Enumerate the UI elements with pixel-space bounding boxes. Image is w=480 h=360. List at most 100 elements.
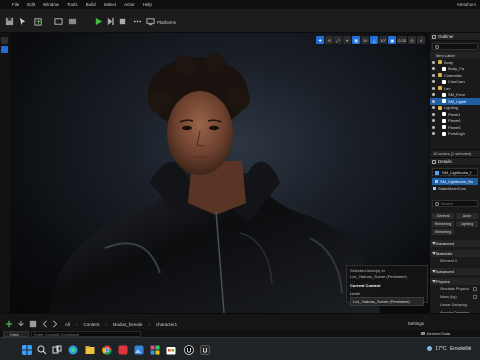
visibility-eye-icon[interactable] [432, 132, 435, 135]
outliner-tab[interactable]: Outliner [430, 33, 480, 41]
filter-streaming[interactable]: Streaming [432, 229, 454, 235]
main-toolbar: Platforms [0, 9, 480, 33]
forward-arrow-icon[interactable] [51, 320, 59, 328]
perspective-icon[interactable] [1, 46, 8, 53]
visibility-eye-icon[interactable] [432, 119, 435, 122]
visibility-eye-icon[interactable] [432, 106, 435, 109]
cinematics-icon[interactable] [68, 17, 77, 26]
level-label: Level [350, 291, 360, 296]
menu-tools[interactable]: Tools [67, 2, 78, 7]
simulate-physics-checkbox[interactable] [473, 287, 477, 291]
camera-speed-button[interactable]: ◎ [408, 36, 416, 44]
blueprint-icon[interactable] [54, 17, 63, 26]
breadcrumb-folder[interactable]: Modus_female [113, 322, 143, 327]
step-icon[interactable] [106, 17, 115, 26]
viewport-menu-icon[interactable] [1, 37, 8, 44]
visibility-eye-icon[interactable] [432, 99, 435, 103]
derived-data-status[interactable]: Derived Data [421, 331, 450, 336]
outliner-row[interactable]: PointLigh [430, 131, 480, 138]
filter-lighting[interactable]: Lighting [456, 221, 478, 227]
grid-size-value[interactable]: 10 [361, 36, 370, 44]
unreal-editor-icon[interactable] [200, 345, 210, 355]
stop-icon[interactable] [118, 17, 127, 26]
app-title: Metahum [457, 2, 476, 7]
section-materials[interactable]: Materials [430, 250, 480, 257]
save-icon[interactable] [5, 17, 14, 26]
visibility-eye-icon[interactable] [432, 93, 435, 96]
edge-browser-icon[interactable] [68, 345, 78, 355]
chrome-icon[interactable] [102, 345, 112, 355]
red-app-icon[interactable] [118, 345, 128, 355]
outliner-icon [432, 35, 436, 39]
back-arrow-icon[interactable] [41, 320, 49, 328]
visibility-eye-icon[interactable] [432, 80, 435, 83]
menu-file[interactable]: File [12, 2, 19, 7]
menu-help[interactable]: Help [143, 2, 152, 7]
component-item-selected[interactable]: SM_Lightroom_Bo [432, 178, 478, 185]
filter-general[interactable]: General [432, 213, 454, 219]
import-icon[interactable] [17, 320, 25, 328]
search-icon[interactable] [37, 345, 47, 355]
console-placeholder: Enter Console Command [34, 331, 79, 337]
prop-label: Mass (kg) [440, 295, 457, 299]
add-content-icon[interactable] [34, 17, 43, 26]
menu-build[interactable]: Build [86, 2, 96, 7]
grid-snap-button[interactable]: ▦ [352, 36, 361, 44]
level-dropdown[interactable]: Lvs_Yadnas_Scene (Persistent) [350, 297, 424, 306]
outliner-search-input[interactable] [432, 43, 478, 50]
menu-edit[interactable]: Edit [27, 2, 35, 7]
store-icon[interactable] [166, 345, 176, 355]
actor-icon [442, 131, 446, 136]
mass-checkbox[interactable] [473, 295, 477, 299]
platforms-icon[interactable] [146, 17, 155, 26]
scale-snap-value[interactable]: 0.25 [397, 36, 407, 44]
outliner-column-header[interactable]: Item Label [430, 52, 480, 59]
breadcrumb-content[interactable]: Content [84, 322, 100, 327]
details-tab[interactable]: Details [430, 158, 480, 166]
content-browser-settings[interactable]: Settings [408, 321, 424, 326]
rotate-tool-button[interactable]: ⟲ [325, 36, 334, 44]
add-icon[interactable] [5, 320, 13, 328]
photos-icon[interactable] [134, 345, 144, 355]
menu-window[interactable]: Window [43, 2, 59, 7]
scale-tool-button[interactable]: ⤢ [334, 36, 343, 44]
camera-speed-value[interactable]: 4 [417, 36, 425, 44]
filter-actor[interactable]: Actor [456, 213, 478, 219]
play-icon[interactable] [94, 17, 103, 26]
details-search-input[interactable]: Search [432, 200, 478, 207]
task-view-icon[interactable] [52, 345, 62, 355]
section-advanced[interactable]: Advanced [430, 240, 480, 247]
rotation-snap-value[interactable]: 10° [379, 36, 388, 44]
prop-mass: Mass (kg) [430, 293, 480, 301]
breadcrumb-subfolder[interactable]: character1 [156, 322, 177, 327]
weather-widget[interactable]: 17°C Ensoleillé [427, 346, 471, 352]
platforms-label[interactable]: Platforms [157, 20, 176, 25]
component-icon [435, 180, 438, 183]
visibility-eye-icon[interactable] [432, 60, 435, 64]
more-options-icon[interactable] [133, 17, 142, 26]
breadcrumb-all[interactable]: All [65, 322, 70, 327]
menu-select[interactable]: Select [104, 2, 117, 7]
translate-tool-button[interactable]: ✚ [316, 36, 325, 44]
section-advanced-2[interactable]: Advanced [430, 268, 480, 275]
actor-name-field[interactable]: SM_Lightroom_f [432, 168, 478, 176]
mode-select-icon[interactable] [18, 17, 27, 26]
scale-snap-button[interactable]: ▣ [388, 36, 397, 44]
filter-rendering[interactable]: Rendering [432, 221, 454, 227]
menu-actor[interactable]: Actor [124, 2, 135, 7]
component-item[interactable]: StaticMeshCom [430, 185, 480, 192]
section-physics[interactable]: Physics [430, 278, 480, 285]
visibility-eye-icon[interactable] [432, 112, 435, 116]
visibility-eye-icon[interactable] [432, 73, 435, 77]
unreal-engine-icon[interactable] [184, 345, 194, 355]
visibility-eye-icon[interactable] [432, 67, 435, 70]
rotation-snap-button[interactable]: △ [370, 36, 379, 44]
visibility-eye-icon[interactable] [432, 86, 435, 90]
file-explorer-icon[interactable] [85, 345, 95, 355]
world-local-button[interactable]: ⌖ [343, 36, 352, 44]
visibility-eye-icon[interactable] [432, 125, 435, 129]
colorful-app-icon[interactable] [150, 345, 160, 355]
save-all-icon[interactable] [29, 320, 37, 328]
level-viewport[interactable]: ✚ ⟲ ⤢ ⌖ ▦ 10 △ 10° ▣ 0.25 ◎ 4 Selected A… [10, 33, 429, 313]
start-icon[interactable] [22, 345, 32, 355]
